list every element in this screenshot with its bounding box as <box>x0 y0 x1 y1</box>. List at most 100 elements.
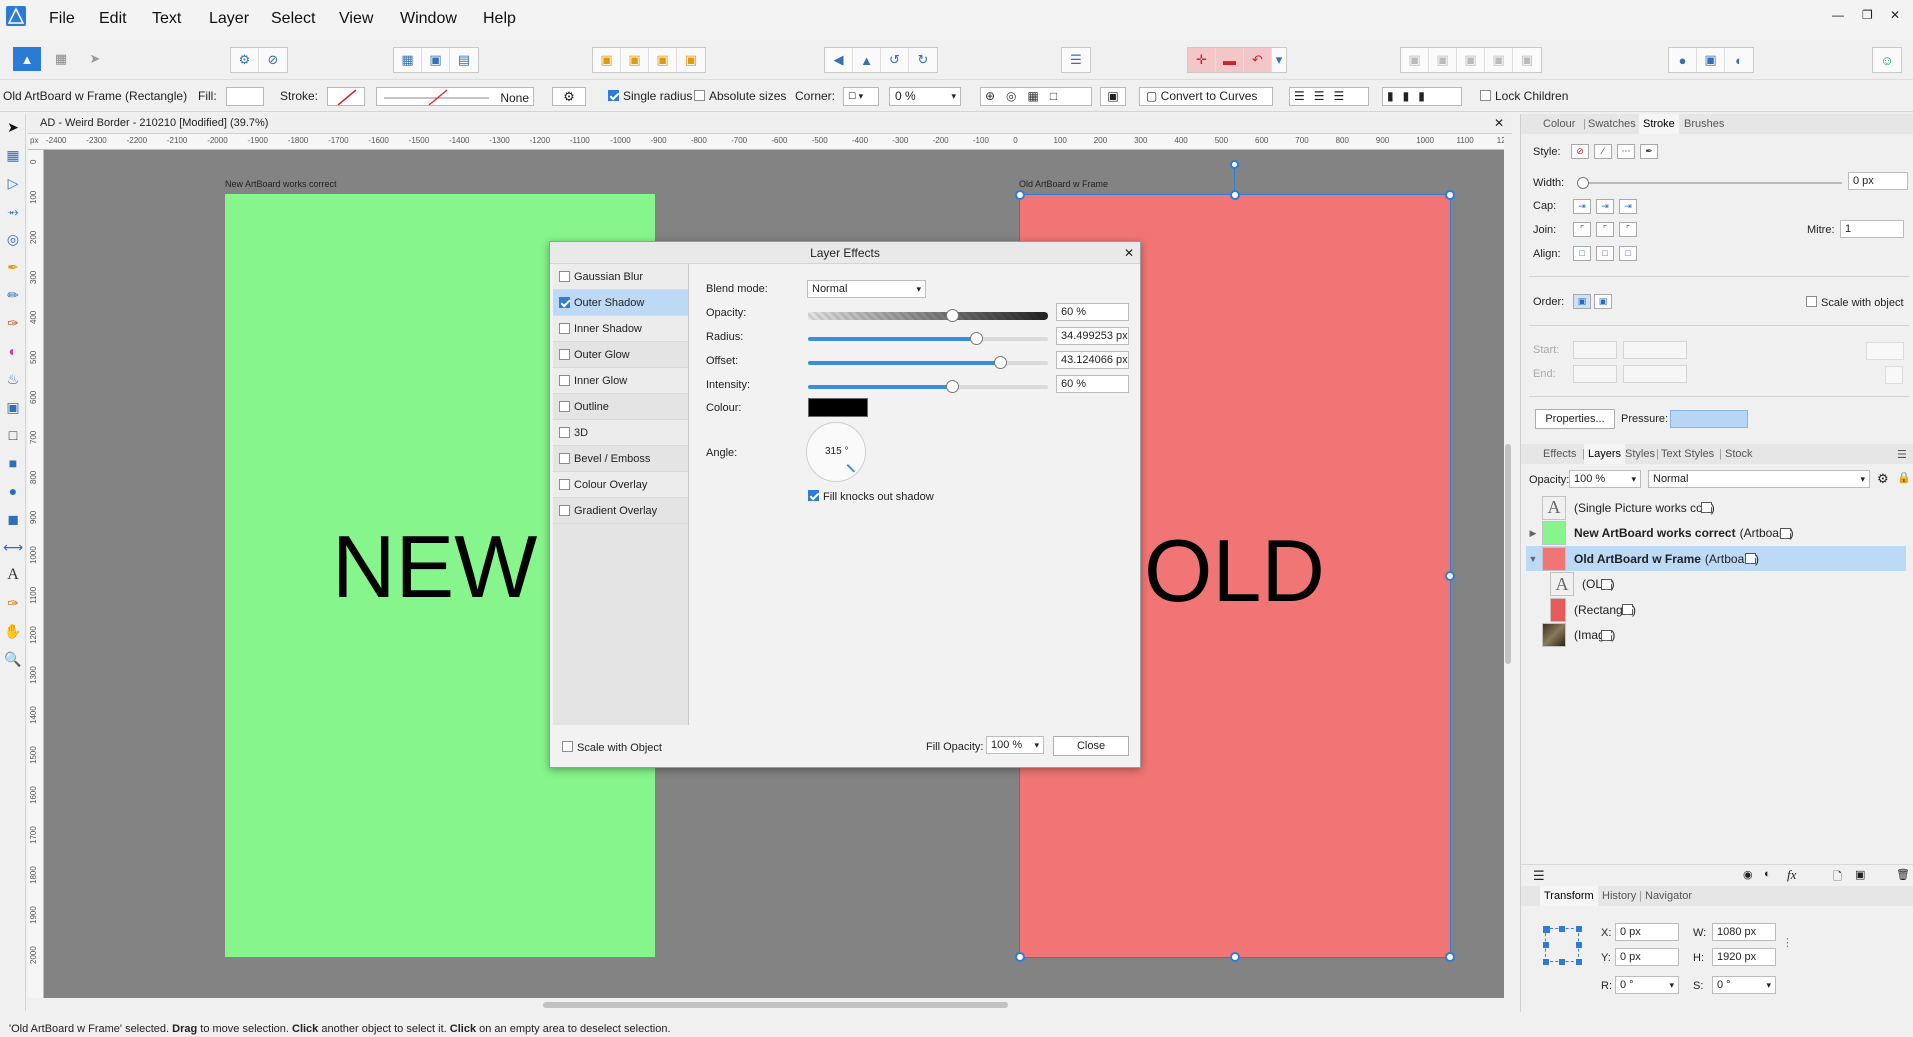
view-mode-icon[interactable]: ▦ <box>394 48 422 72</box>
close-button[interactable]: Close <box>1053 736 1129 756</box>
square-cap-icon[interactable]: ⇥ <box>1619 199 1637 214</box>
effect-item[interactable]: Gradient Overlay <box>553 498 688 524</box>
selection-handle-bl[interactable] <box>1015 952 1025 962</box>
align-icon[interactable]: ☰ <box>1062 48 1090 72</box>
transparency-tool-icon[interactable]: ♨ <box>4 370 22 388</box>
effect-checkbox[interactable] <box>559 297 570 308</box>
width-field[interactable]: 0 px <box>1848 172 1908 190</box>
menu-help[interactable]: Help <box>483 10 516 28</box>
move-to-front-icon[interactable]: ▣ <box>677 48 705 72</box>
expand-toggle-icon[interactable]: ▶ <box>1526 528 1540 539</box>
place-image-tool-icon[interactable]: ▣ <box>4 398 22 416</box>
layer-row[interactable]: A (Single Picture works corr) <box>1526 495 1906 520</box>
visibility-checkbox[interactable] <box>1744 553 1756 564</box>
effect-checkbox[interactable] <box>559 375 570 386</box>
width-slider[interactable] <box>1577 177 1842 189</box>
menu-view[interactable]: View <box>339 10 373 28</box>
miter-join-icon[interactable]: ⌜ <box>1573 222 1591 237</box>
effect-checkbox[interactable] <box>559 271 570 282</box>
offset-field[interactable]: 43.124066 px <box>1056 351 1129 369</box>
designer-persona-icon[interactable]: ▲ <box>13 47 41 71</box>
effect-checkbox[interactable] <box>559 401 570 412</box>
corner-type-dropdown[interactable]: ☐ ▾ <box>843 87 879 106</box>
effect-item[interactable]: Bevel / Emboss <box>553 446 688 472</box>
align-inside-icon[interactable]: □ <box>1573 246 1591 261</box>
lock-aspect-icon[interactable]: ⋮ <box>1782 936 1793 949</box>
layer-opacity-field[interactable]: 100 % ▾ <box>1569 470 1641 488</box>
layers-stack-icon[interactable]: ☰ <box>1533 868 1545 884</box>
effect-item[interactable]: 3D <box>553 420 688 446</box>
hand-tool-icon[interactable]: ✋ <box>4 622 22 640</box>
align-center-icon[interactable]: □ <box>1596 246 1614 261</box>
insert-3-icon[interactable]: ◐ <box>1725 48 1753 72</box>
view-mode-3-icon[interactable]: ▤ <box>450 48 478 72</box>
close-document-icon[interactable]: ✕ <box>1494 116 1504 130</box>
tab-transform[interactable]: Transform <box>1540 886 1598 906</box>
offset-slider[interactable] <box>808 356 1048 369</box>
width-slider-knob[interactable] <box>1577 177 1589 189</box>
rounded-rectangle-tool-icon[interactable]: ◼ <box>4 510 22 528</box>
tab-navigator[interactable]: Navigator <box>1645 890 1692 902</box>
layer-row[interactable]: A (OLD) <box>1526 572 1906 597</box>
visibility-checkbox[interactable] <box>1700 502 1712 513</box>
move-forward-icon[interactable]: ▣ <box>649 48 677 72</box>
stroke-front-icon[interactable]: ▣ <box>1594 294 1612 309</box>
radius-field[interactable]: 34.499253 px <box>1056 327 1129 345</box>
lock-children-checkbox[interactable]: Lock Children <box>1480 89 1568 103</box>
stroke-settings-button[interactable]: ⚙ <box>552 87 586 106</box>
ellipse-tool-icon[interactable]: ● <box>4 482 22 500</box>
effect-checkbox[interactable] <box>559 427 570 438</box>
selection-handle-mr[interactable] <box>1445 571 1455 581</box>
y-field[interactable]: 0 px <box>1615 948 1679 966</box>
visibility-checkbox[interactable] <box>1622 604 1634 615</box>
visibility-checkbox[interactable] <box>1600 578 1612 590</box>
dialog-close-icon[interactable]: ✕ <box>1124 242 1134 264</box>
pixel-persona-icon[interactable]: ▦ <box>47 47 75 71</box>
scale-with-object-stroke-checkbox[interactable]: Scale with object <box>1806 296 1904 309</box>
view-mode-2-icon[interactable]: ▣ <box>422 48 450 72</box>
color-picker-tool-icon[interactable]: ✑ <box>4 594 22 612</box>
solid-line-icon[interactable]: ∕ <box>1594 144 1612 159</box>
end-arrow-dropdown[interactable] <box>1573 365 1617 383</box>
xor-icon[interactable]: ▣ <box>1485 48 1513 72</box>
tab-effects[interactable]: Effects <box>1543 448 1576 460</box>
swap-arrows-icon[interactable] <box>1866 342 1904 360</box>
h-field[interactable]: 1920 px <box>1712 948 1776 966</box>
tab-layers[interactable]: Layers <box>1584 444 1626 464</box>
add-group-icon[interactable]: ▣ <box>1855 868 1865 881</box>
close-icon[interactable]: ✕ <box>1890 8 1900 22</box>
texture-line-icon[interactable]: ✒ <box>1640 144 1658 159</box>
snap-icon[interactable]: ✛ <box>1188 48 1216 72</box>
selection-handle-rotate[interactable] <box>1230 160 1239 169</box>
bevel-join-icon[interactable]: ⌜ <box>1619 222 1637 237</box>
dialog-titlebar[interactable]: Layer Effects ✕ <box>550 242 1140 264</box>
align-outside-icon[interactable]: □ <box>1619 246 1637 261</box>
effect-item[interactable]: Gaussian Blur <box>553 264 688 290</box>
text-tool-icon[interactable]: A <box>4 566 22 584</box>
layer-blend-dropdown[interactable]: Normal ▾ <box>1648 470 1870 488</box>
snap-3-icon[interactable]: ↶ <box>1244 48 1272 72</box>
start-scale-dropdown[interactable] <box>1623 341 1687 359</box>
node-tool-icon[interactable]: ▷ <box>4 174 22 192</box>
selection-handle-tl[interactable] <box>1015 190 1025 200</box>
effect-checkbox[interactable] <box>559 453 570 464</box>
layer-row[interactable]: (Rectangle) <box>1526 597 1906 622</box>
menu-layer[interactable]: Layer <box>209 10 249 28</box>
contour-tool-icon[interactable]: ◎ <box>4 230 22 248</box>
round-join-icon[interactable]: ⌜ <box>1596 222 1614 237</box>
stroke-swatch[interactable] <box>327 87 365 106</box>
pen-tool-icon[interactable]: ✒ <box>4 258 22 276</box>
insert-2-icon[interactable]: ▣ <box>1697 48 1725 72</box>
colour-swatch[interactable] <box>808 398 868 417</box>
layer-settings-icon[interactable]: ⚙ <box>1877 471 1889 487</box>
intensity-field[interactable]: 60 % <box>1056 375 1129 393</box>
round-cap-icon[interactable]: ⇥ <box>1596 199 1614 214</box>
move-to-back-icon[interactable]: ▣ <box>593 48 621 72</box>
tab-brushes[interactable]: Brushes <box>1684 118 1724 130</box>
arrow-shape-tool-icon[interactable]: ⟷ <box>3 538 23 556</box>
layer-row[interactable]: ▼ Old ArtBoard w Frame (Artboard) <box>1526 546 1906 571</box>
anchor-point-selector[interactable] <box>1543 926 1582 965</box>
transform-origin-group[interactable]: ⊕◎▦□ <box>980 87 1092 106</box>
arrow-settings-icon[interactable] <box>1885 366 1903 384</box>
distribute-buttons[interactable]: ▮▮▮ <box>1382 87 1462 106</box>
